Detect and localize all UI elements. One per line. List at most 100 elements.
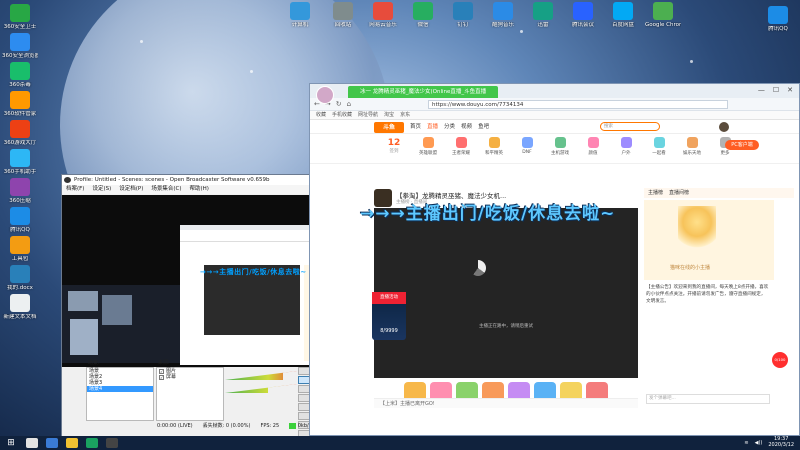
bookmark-item[interactable]: 网址导航 [358, 111, 378, 119]
clock[interactable]: 19:37 2020/3/12 [768, 436, 794, 450]
category-icon [653, 137, 665, 148]
maximize-button[interactable]: ☐ [773, 86, 779, 94]
volume-icon[interactable]: ◀)) [755, 436, 763, 450]
bookmark-item[interactable]: 京东 [400, 111, 410, 119]
bookmark-item[interactable]: 手机收藏 [332, 111, 352, 119]
scene-item[interactable]: 场景4 [87, 386, 153, 392]
search-icon[interactable] [26, 438, 38, 448]
file-explorer-icon[interactable] [66, 438, 78, 448]
browser-tab[interactable]: 冰一 龙腾精灵巫猪_魔法少女(Online直播_斗鱼直播 [348, 86, 498, 98]
chat-input[interactable]: 发个弹幕吧... [646, 394, 770, 404]
desktop-icon[interactable]: 迅雷 [525, 2, 561, 29]
chat-panel: 主播榜 直播间榜 猫咪在线的小主播 【主播公告】欢迎来到我的直播间，每天晚上8点开… [644, 188, 794, 408]
fans-badge[interactable]: 0/100 [772, 352, 788, 368]
refresh-icon[interactable]: ↻ [336, 100, 342, 108]
desktop-icon-label: 腾讯会议 [571, 22, 594, 28]
category-item[interactable]: 主机游戏 [546, 137, 574, 156]
site-nav-item[interactable]: 首页 [410, 120, 421, 134]
sources-label: 来源: [158, 360, 170, 366]
address-bar: ← → ↻ ⌂ https://www.douyu.com/7734134 [310, 98, 799, 111]
desktop-icon[interactable]: 360杀毒 [2, 62, 38, 89]
site-nav-item[interactable]: 分类 [444, 120, 455, 134]
wifi-icon[interactable]: ≋ [744, 436, 748, 450]
checkin-day[interactable]: 12 签到 [382, 138, 406, 154]
category-icon [521, 137, 533, 148]
preview-desktop-thumb [62, 285, 180, 363]
desktop-icon[interactable]: 360手机助手 [2, 149, 38, 176]
site-search-input[interactable]: 搜索 [600, 122, 660, 131]
category-item[interactable]: 户外 [612, 137, 640, 156]
obs-taskbar-icon[interactable] [106, 438, 118, 448]
chat-tab[interactable]: 主播榜 [648, 188, 663, 198]
category-label: 颜值 [588, 151, 598, 156]
desktop-icon[interactable]: 百度网盘 [605, 2, 641, 29]
desktop-icon[interactable]: 酷狗音乐 [485, 2, 521, 29]
desktop-icon[interactable]: 360安全浏览器 [2, 33, 38, 60]
user-avatar[interactable] [719, 122, 729, 132]
app-icon [373, 2, 393, 20]
category-item[interactable]: 和平精英 [480, 137, 508, 156]
checkbox-icon[interactable]: ✓ [159, 374, 164, 380]
desktop-icon[interactable]: 回收站 [325, 2, 361, 29]
menu-item[interactable]: 设定档(P) [119, 185, 143, 194]
app-icon [10, 33, 30, 51]
home-icon[interactable]: ⌂ [347, 100, 351, 108]
desktop-icon[interactable]: 360安全卫士 [2, 4, 38, 31]
desktop-icon[interactable]: 钉钉 [445, 2, 481, 29]
desktop-icon[interactable]: 计算机 [282, 2, 318, 29]
browser-taskbar-icon[interactable] [86, 438, 98, 448]
pc-client-button[interactable]: PC客户端 [725, 140, 759, 150]
category-item[interactable]: 一起看 [645, 137, 673, 156]
site-logo[interactable]: 斗鱼 [374, 122, 404, 133]
checkbox-icon[interactable]: ✓ [159, 368, 164, 374]
desktop-icon[interactable]: 360软件管家 [2, 91, 38, 118]
bookmark-item[interactable]: 收藏 [316, 111, 326, 119]
desktop-icon[interactable]: 工具包 [2, 236, 38, 263]
profile-avatar[interactable] [316, 86, 334, 104]
video-player[interactable]: 主播正在路中，请稍后重试 [374, 208, 638, 378]
menu-item[interactable]: 设定(S) [92, 185, 111, 194]
room-bottom-bar: 【上米】主播已离开GO! [374, 398, 638, 408]
category-item[interactable]: 娱乐天地 [678, 137, 706, 156]
close-button[interactable]: ✕ [787, 86, 793, 94]
app-icon [10, 149, 30, 167]
desktop-icon-label: 回收站 [334, 22, 352, 28]
browser-window[interactable]: 冰一 龙腾精灵巫猪_魔法少女(Online直播_斗鱼直播 — ☐ ✕ ← → ↻… [309, 83, 800, 436]
app-icon [493, 2, 513, 20]
source-item[interactable]: ✓ 屏幕 [157, 374, 223, 380]
scenes-list[interactable]: 场景 场景2 场景3 场景4 [86, 367, 154, 421]
category-item[interactable]: DNF [513, 137, 541, 156]
site-nav-item[interactable]: 直播 [427, 120, 438, 134]
desktop-icon-label: 微信 [417, 22, 429, 28]
category-label: 主机游戏 [551, 151, 569, 156]
site-nav-item[interactable]: 视频 [461, 120, 472, 134]
menu-item[interactable]: 场景集合(C) [151, 185, 181, 194]
desktop-icon[interactable]: 360游戏大厅 [2, 120, 38, 147]
desktop-icon[interactable]: Google Chrome [645, 2, 681, 29]
site-nav-item[interactable]: 鱼吧 [478, 120, 489, 134]
desktop-icon[interactable]: 新建文本文档 [2, 294, 38, 321]
desktop-icon[interactable]: 网易云音乐 [365, 2, 401, 29]
sources-list[interactable]: ✓ 图片 ✓ 屏幕 [156, 367, 224, 421]
category-item[interactable]: 颜值 [579, 137, 607, 156]
start-button[interactable]: ⊞ [4, 436, 18, 450]
desktop-audio-meter[interactable] [225, 371, 297, 380]
mic-audio-meter[interactable] [225, 384, 297, 393]
live-event-card[interactable]: 直播活动 8/9999 [372, 292, 406, 340]
desktop-icon[interactable]: 腾讯会议 [565, 2, 601, 29]
desktop-icon[interactable]: 腾讯QQ [2, 207, 38, 234]
desktop-icon[interactable]: 我的.docx [2, 265, 38, 292]
task-view-icon[interactable] [46, 438, 58, 448]
menu-item[interactable]: 帮助(H) [190, 185, 209, 194]
desktop-icon[interactable]: 微信 [405, 2, 441, 29]
url-input[interactable]: https://www.douyu.com/7734134 [428, 100, 728, 109]
scenes-label: 场景: [88, 360, 100, 366]
chat-tab[interactable]: 直播间榜 [669, 188, 689, 198]
menu-item[interactable]: 档案(F) [66, 185, 84, 194]
desktop-icon[interactable]: 腾讯QQ [760, 6, 796, 33]
desktop-icon[interactable]: 360压缩 [2, 178, 38, 205]
category-item[interactable]: 王者荣耀 [447, 137, 475, 156]
bookmark-item[interactable]: 淘宝 [384, 111, 394, 119]
category-item[interactable]: 英雄联盟 [414, 137, 442, 156]
minimize-button[interactable]: — [758, 86, 765, 94]
